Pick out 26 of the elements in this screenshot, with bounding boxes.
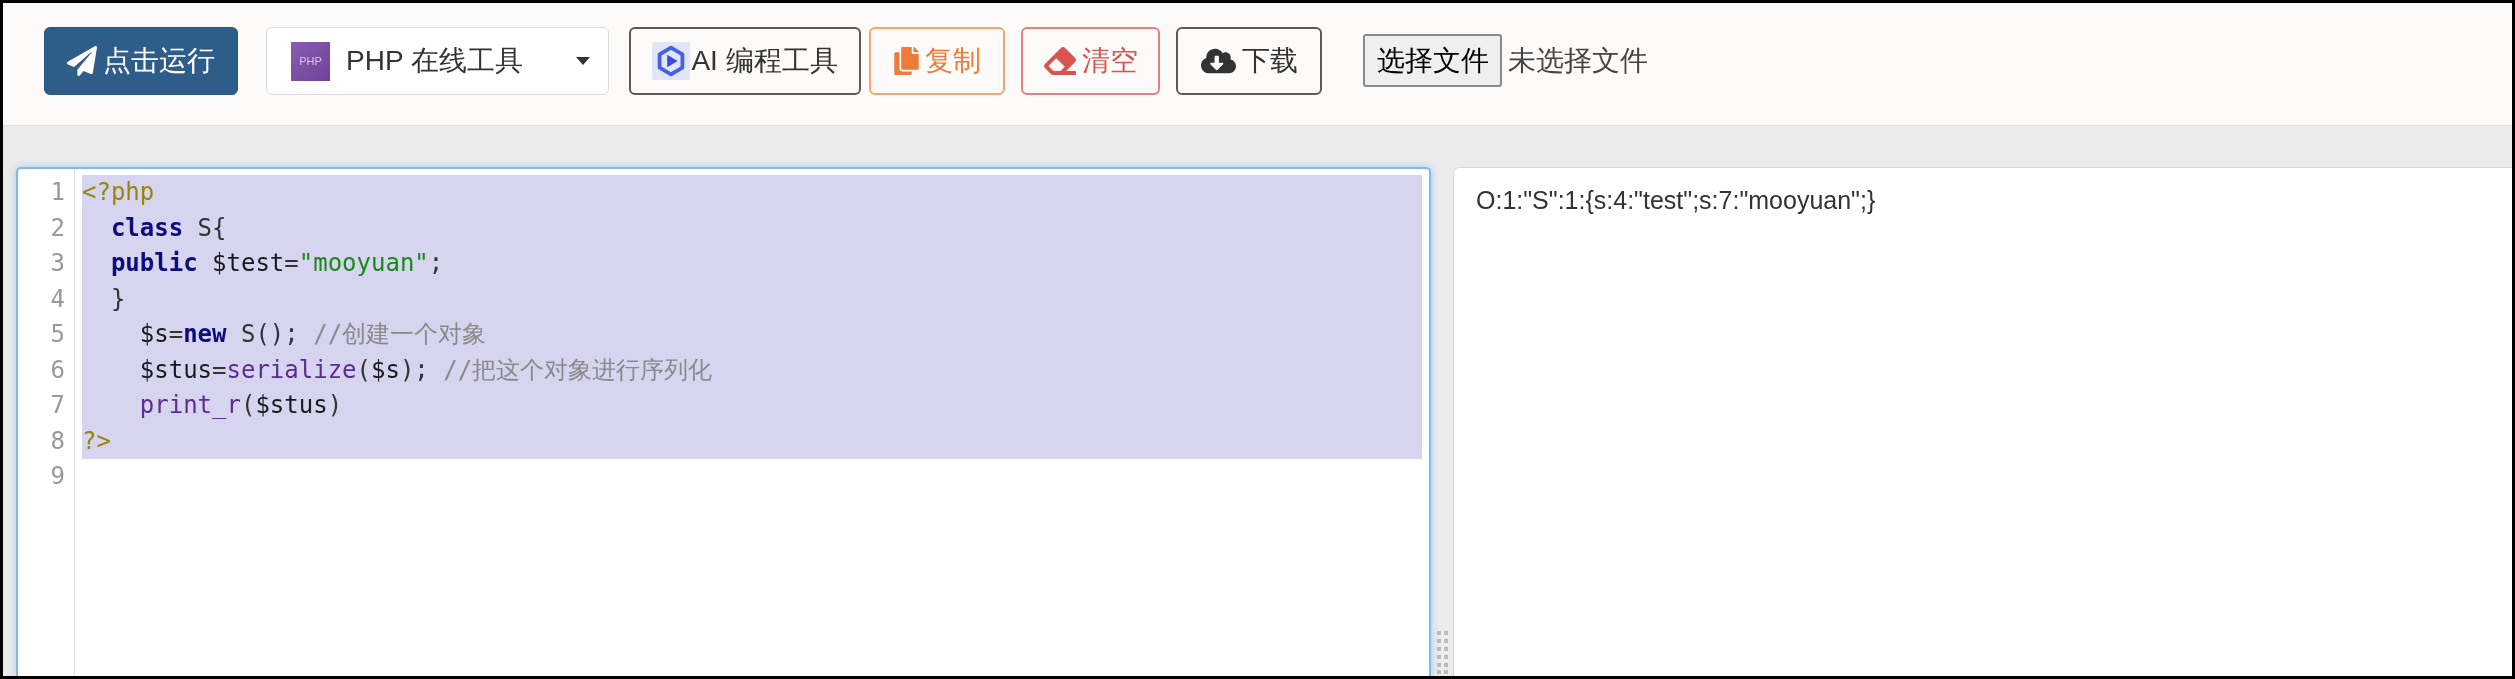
clear-button[interactable]: 清空	[1021, 27, 1160, 95]
line-number: 3	[49, 248, 66, 279]
ai-coding-button[interactable]: AI 编程工具	[629, 27, 861, 95]
line-number: 2	[49, 212, 66, 244]
php-logo: PHP	[291, 41, 330, 81]
paper-plane-icon	[67, 46, 97, 76]
caret-down-icon	[576, 57, 590, 65]
line-number: 1	[49, 177, 66, 208]
eraser-icon	[1043, 45, 1076, 77]
cloud-download-icon	[1200, 47, 1236, 75]
play-logo-icon	[652, 42, 691, 80]
choose-file-button[interactable]: 选择文件	[1363, 34, 1502, 87]
language-select[interactable]: PHP PHP 在线工具	[266, 27, 609, 95]
line-number: 8	[49, 425, 66, 457]
copy-icon	[893, 47, 919, 75]
code-editor[interactable]: 1 2 3 4 5 6 7 8 9 <?php class S{ public $test="mooyuan"; } $s=new S(); //创建一个对象 $stus=serialize($s); //把这个对象进行序列化 print_r($stus) ?>	[16, 167, 1431, 676]
line-number: 5	[49, 319, 66, 350]
file-status-text: 未选择文件	[1508, 44, 1648, 78]
line-number: 6	[49, 354, 66, 386]
output-text: O:1:"S":1:{s:4:"test";s:7:"mooyuan";}	[1476, 185, 1876, 215]
line-number: 9	[49, 461, 66, 492]
drag-handle-icon[interactable]	[1436, 631, 1448, 674]
download-button[interactable]: 下载	[1176, 27, 1322, 95]
line-number: 4	[49, 283, 66, 315]
line-number: 7	[49, 390, 66, 421]
run-button[interactable]: 点击运行	[44, 27, 238, 95]
